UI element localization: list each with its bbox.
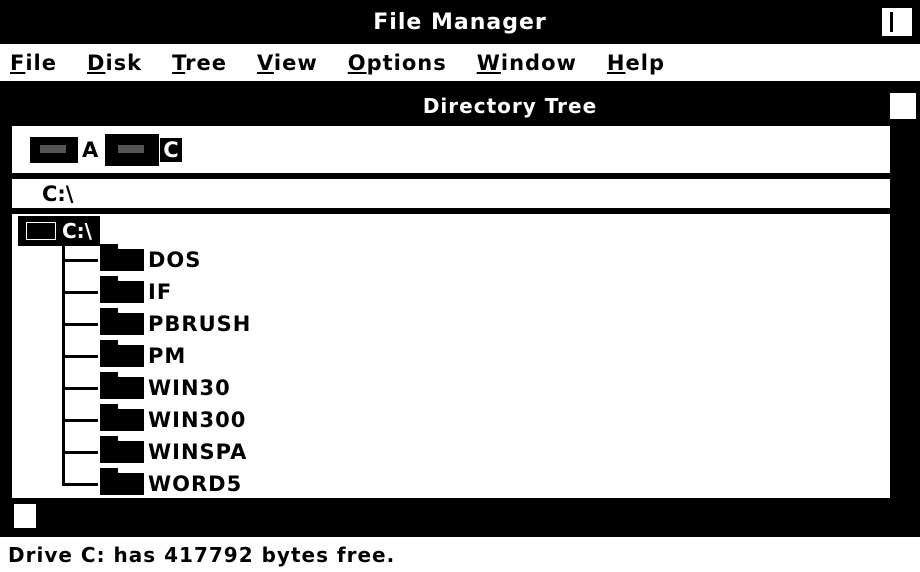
tree-folder-win30[interactable]: WIN30 bbox=[62, 372, 231, 404]
folder-label: WORD5 bbox=[148, 472, 243, 496]
menu-file[interactable]: File bbox=[10, 51, 57, 75]
status-bar: Drive C: has 417792 bytes free. bbox=[0, 534, 920, 572]
tree-folder-word5[interactable]: WORD5 bbox=[62, 468, 242, 500]
folder-icon bbox=[100, 244, 144, 271]
menu-help[interactable]: Help bbox=[607, 51, 665, 75]
tree-root-label: C:\ bbox=[62, 219, 92, 243]
floppy-drive-icon bbox=[30, 136, 78, 163]
tree-root[interactable]: C:\ bbox=[18, 216, 100, 246]
child-maximize-button[interactable] bbox=[888, 91, 918, 121]
root-folder-icon bbox=[26, 222, 56, 240]
drive-c[interactable]: C bbox=[105, 133, 182, 166]
folder-icon bbox=[100, 276, 144, 303]
restore-button[interactable] bbox=[880, 6, 914, 38]
folder-icon bbox=[100, 468, 144, 495]
folder-icon bbox=[100, 404, 144, 431]
status-text: Drive C: has 417792 bytes free. bbox=[8, 542, 396, 567]
tree-folder-dos[interactable]: DOS bbox=[62, 244, 201, 276]
menu-bar: File Disk Tree View Options Window Help bbox=[0, 44, 920, 84]
folder-label: PM bbox=[148, 344, 187, 368]
directory-tree: C:\ DOS IF PBRUSH PM WIN30 WIN300 WINSPA… bbox=[12, 214, 890, 498]
menu-view[interactable]: View bbox=[257, 51, 318, 75]
file-manager-window: File Manager File Disk Tree View Options… bbox=[0, 0, 920, 572]
tree-folder-pbrush[interactable]: PBRUSH bbox=[62, 308, 251, 340]
directory-tree-title-bar[interactable]: Directory Tree bbox=[0, 87, 920, 125]
title-bar[interactable]: File Manager bbox=[0, 0, 920, 44]
menu-options[interactable]: Options bbox=[348, 51, 447, 75]
folder-icon bbox=[100, 340, 144, 367]
menu-disk[interactable]: Disk bbox=[87, 51, 142, 75]
folder-label: WIN300 bbox=[148, 408, 247, 432]
folder-label: WINSPA bbox=[148, 440, 248, 464]
folder-label: WIN30 bbox=[148, 376, 231, 400]
folder-label: DOS bbox=[148, 248, 202, 272]
tree-folder-if[interactable]: IF bbox=[62, 276, 172, 308]
menu-window[interactable]: Window bbox=[477, 51, 577, 75]
folder-icon bbox=[100, 436, 144, 463]
drive-bar: A C bbox=[12, 126, 890, 176]
child-window-title: Directory Tree bbox=[422, 94, 598, 118]
hard-drive-icon bbox=[105, 133, 160, 166]
child-system-menu-icon[interactable] bbox=[4, 97, 30, 117]
drive-a-label: A bbox=[82, 137, 99, 162]
folder-label: PBRUSH bbox=[148, 312, 252, 336]
folder-icon bbox=[100, 308, 144, 335]
scroll-left-arrow-icon[interactable] bbox=[12, 502, 38, 530]
folder-icon bbox=[100, 372, 144, 399]
current-path: C:\ bbox=[12, 179, 890, 211]
path-text: C:\ bbox=[42, 181, 74, 206]
drive-a[interactable]: A bbox=[30, 136, 99, 163]
menu-tree[interactable]: Tree bbox=[172, 51, 227, 75]
tree-folder-win300[interactable]: WIN300 bbox=[62, 404, 246, 436]
folder-label: IF bbox=[148, 280, 173, 304]
tree-folder-pm[interactable]: PM bbox=[62, 340, 186, 372]
system-menu-icon[interactable] bbox=[4, 6, 34, 36]
tree-folder-winspa[interactable]: WINSPA bbox=[62, 436, 247, 468]
drive-c-label: C bbox=[160, 137, 182, 162]
window-title: File Manager bbox=[373, 9, 547, 35]
horizontal-scrollbar[interactable] bbox=[0, 498, 920, 534]
